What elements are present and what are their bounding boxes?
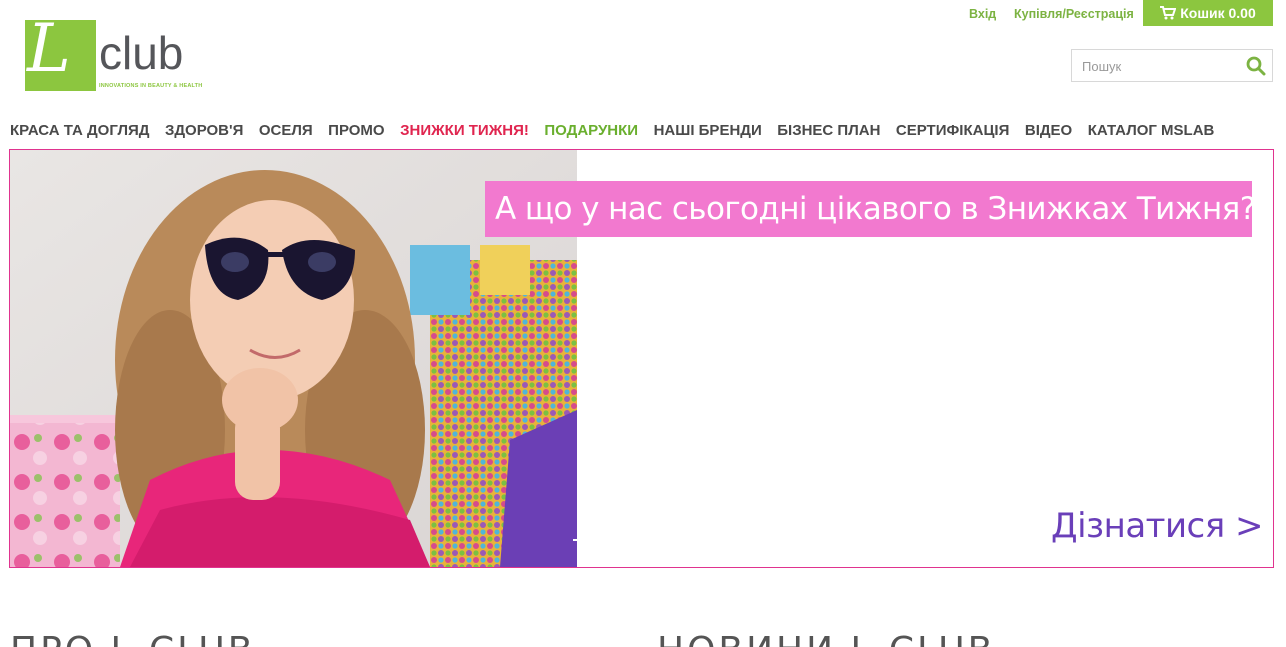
nav-item-certification[interactable]: СЕРТИФІКАЦІЯ bbox=[896, 122, 1009, 140]
learn-more-link[interactable]: Дізнатися > bbox=[1051, 506, 1264, 546]
site-logo[interactable]: L club INNOVATIONS IN BEAUTY & HEALTH bbox=[25, 16, 205, 92]
news-section-title: НОВИНИ L-CLUB bbox=[657, 630, 995, 647]
banner-headline: А що у нас сьогодні цікавого в Знижках Т… bbox=[485, 181, 1256, 237]
nav-item-catalog[interactable]: КАТАЛОГ MSLAB bbox=[1088, 122, 1215, 140]
logo-tagline: INNOVATIONS IN BEAUTY & HEALTH bbox=[99, 83, 203, 89]
nav-item-brands[interactable]: НАШІ БРЕНДИ bbox=[654, 122, 762, 140]
search-input[interactable] bbox=[1082, 57, 1242, 75]
nav-item-beauty[interactable]: КРАСА ТА ДОГЛЯД bbox=[10, 122, 149, 140]
logo-wordmark: club bbox=[99, 27, 184, 79]
nav-item-video[interactable]: ВІДЕО bbox=[1025, 122, 1072, 140]
about-section-title: ПРО L-CLUB bbox=[10, 630, 255, 647]
nav-item-business-plan[interactable]: БІЗНЕС ПЛАН bbox=[777, 122, 880, 140]
main-nav: КРАСА ТА ДОГЛЯД ЗДОРОВ'Я ОСЕЛЯ ПРОМО ЗНИ… bbox=[10, 122, 1230, 140]
register-link[interactable]: Купівля/Реєстрація bbox=[1014, 7, 1134, 21]
logo-mark: L bbox=[25, 16, 96, 91]
cart-button[interactable]: Кошик 0.00 bbox=[1143, 0, 1273, 26]
cart-label: Кошик 0.00 bbox=[1180, 5, 1256, 21]
nav-item-gifts[interactable]: ПОДАРУНКИ bbox=[544, 122, 638, 140]
login-link[interactable]: Вхід bbox=[969, 7, 996, 21]
search-box bbox=[1071, 49, 1273, 82]
cart-icon bbox=[1160, 6, 1177, 20]
promo-banner[interactable]: А що у нас сьогодні цікавого в Знижках Т… bbox=[9, 149, 1274, 568]
search-icon[interactable] bbox=[1246, 56, 1266, 76]
nav-item-promo[interactable]: ПРОМО bbox=[328, 122, 384, 140]
logo-letter: L bbox=[27, 10, 71, 87]
nav-item-health[interactable]: ЗДОРОВ'Я bbox=[165, 122, 243, 140]
banner-slider-indicator[interactable] bbox=[573, 539, 579, 541]
nav-item-home[interactable]: ОСЕЛЯ bbox=[259, 122, 313, 140]
nav-item-weekly-discounts[interactable]: ЗНИЖКИ ТИЖНЯ! bbox=[400, 122, 529, 140]
